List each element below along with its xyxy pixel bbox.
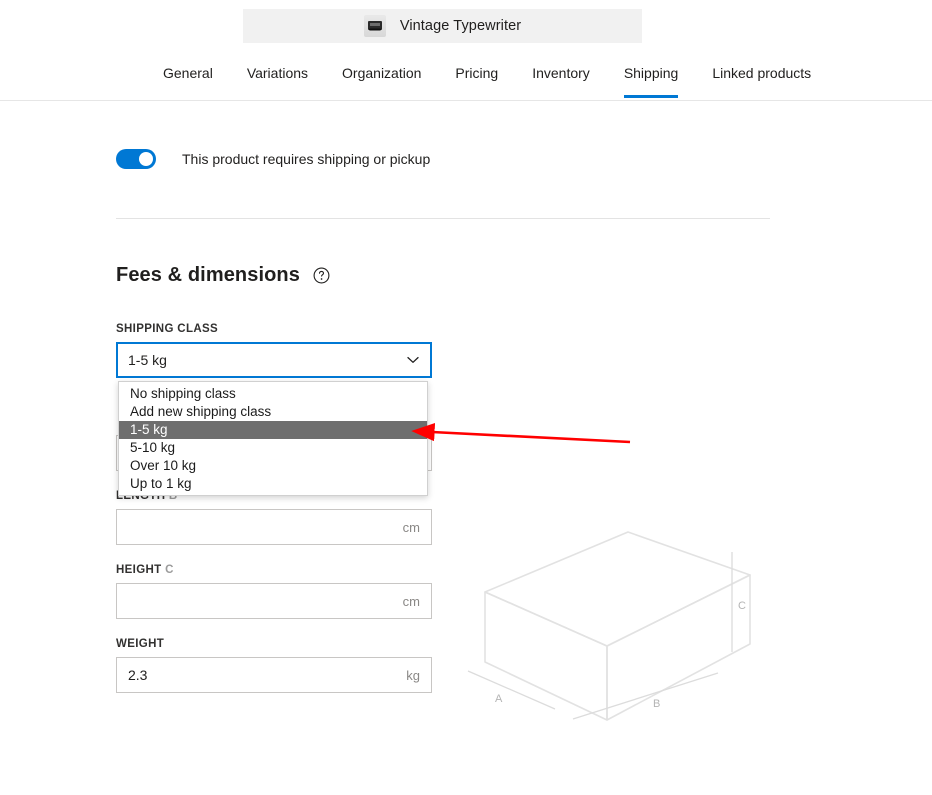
dropdown-option-up-to-1-kg[interactable]: Up to 1 kg xyxy=(119,475,427,493)
weight-input[interactable]: 2.3 kg xyxy=(116,657,432,693)
height-label-text: HEIGHT xyxy=(116,564,162,576)
package-dimensions-diagram: A B C xyxy=(460,516,790,736)
product-header: Vintage Typewriter xyxy=(243,9,642,43)
typewriter-thumbnail-icon xyxy=(363,15,386,37)
tab-variations[interactable]: Variations xyxy=(247,55,308,98)
tab-organization[interactable]: Organization xyxy=(342,55,421,98)
dimensions-form: SHIPPING CLASS 1-5 kg No shipping class … xyxy=(116,323,432,712)
shipping-class-value: 1-5 kg xyxy=(128,352,167,368)
dropdown-option-add-new-shipping-class[interactable]: Add new shipping class xyxy=(119,403,427,421)
dropdown-option-no-shipping-class[interactable]: No shipping class xyxy=(119,385,427,403)
height-unit: cm xyxy=(402,593,420,609)
fees-dimensions-header: Fees & dimensions xyxy=(116,264,331,287)
tab-general[interactable]: General xyxy=(163,55,213,98)
requires-shipping-row: This product requires shipping or pickup xyxy=(116,149,430,169)
dropdown-option-5-10-kg[interactable]: 5-10 kg xyxy=(119,439,427,457)
diagram-label-c: C xyxy=(738,600,746,612)
tab-shipping[interactable]: Shipping xyxy=(623,55,678,98)
product-title: Vintage Typewriter xyxy=(399,18,522,34)
diagram-label-b: B xyxy=(653,698,660,710)
length-input[interactable]: cm xyxy=(116,509,432,545)
height-input[interactable]: cm xyxy=(116,583,432,619)
toggle-knob xyxy=(139,152,153,166)
section-title: Fees & dimensions xyxy=(116,264,300,286)
shipping-class-dropdown[interactable]: No shipping class Add new shipping class… xyxy=(118,381,428,496)
tab-pricing[interactable]: Pricing xyxy=(455,55,498,98)
height-dim-letter: C xyxy=(165,564,174,576)
height-label: HEIGHT C xyxy=(116,564,432,576)
weight-unit: kg xyxy=(406,667,420,683)
dropdown-option-1-5-kg[interactable]: 1-5 kg xyxy=(119,421,427,439)
tab-inventory[interactable]: Inventory xyxy=(532,55,590,98)
requires-shipping-label: This product requires shipping or pickup xyxy=(182,151,431,167)
dropdown-option-over-10-kg[interactable]: Over 10 kg xyxy=(119,457,427,475)
shipping-class-label: SHIPPING CLASS xyxy=(116,323,219,335)
requires-shipping-toggle[interactable] xyxy=(116,149,156,169)
chevron-down-icon xyxy=(407,354,419,366)
tab-linked-products[interactable]: Linked products xyxy=(712,55,811,98)
weight-label: WEIGHT xyxy=(116,638,165,650)
diagram-label-a: A xyxy=(495,693,503,705)
tab-list: General Variations Organization Pricing … xyxy=(163,55,811,101)
shipping-class-select[interactable]: 1-5 kg No shipping class Add new shippin… xyxy=(116,342,432,496)
product-shipping-page: Vintage Typewriter General Variations Or… xyxy=(0,0,932,795)
question-circle-icon[interactable] xyxy=(313,267,331,285)
tab-bar: General Variations Organization Pricing … xyxy=(0,55,932,101)
length-unit: cm xyxy=(402,519,420,535)
section-divider xyxy=(116,218,770,219)
weight-value: 2.3 xyxy=(128,667,148,683)
